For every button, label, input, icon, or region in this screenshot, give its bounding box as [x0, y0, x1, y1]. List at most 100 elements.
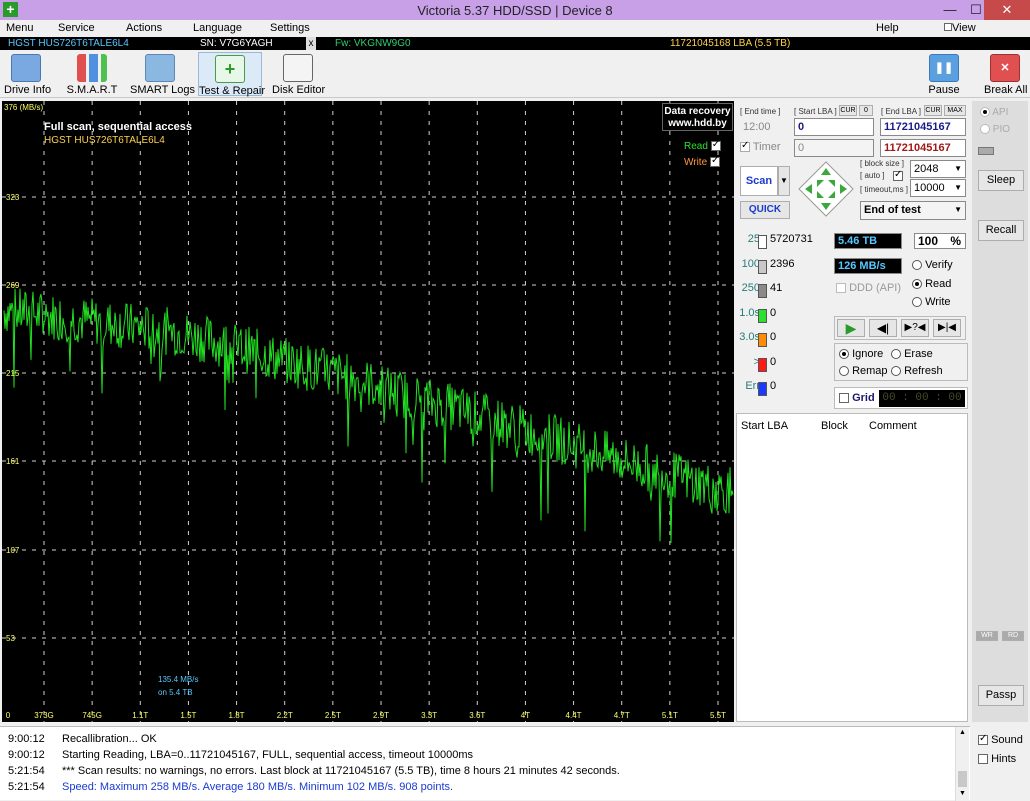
column-comment[interactable]: Comment	[869, 420, 917, 432]
pio-option[interactable]: PIO	[980, 124, 1010, 135]
start-lba-cur-button[interactable]: CUR	[839, 105, 857, 116]
write-option[interactable]: Write	[912, 296, 951, 308]
read-radio[interactable]	[912, 279, 922, 290]
timer-label: Timer	[752, 141, 781, 153]
smart-logs-button[interactable]: SMART Logs	[130, 52, 195, 96]
api-radio[interactable]	[980, 107, 990, 118]
play-button[interactable]: ▶	[837, 319, 865, 337]
close-device-button[interactable]: x	[306, 37, 316, 50]
scroll-up-icon[interactable]: ▲	[959, 729, 966, 736]
hints-option[interactable]: Hints	[978, 753, 1016, 765]
scan-button[interactable]: Scan	[740, 166, 778, 196]
menu-item-settings[interactable]: Settings	[270, 20, 310, 37]
block-size-select[interactable]: 2048 ▼	[910, 160, 966, 178]
read-option[interactable]: Read	[912, 278, 951, 290]
grid-option[interactable]: Grid	[839, 392, 875, 404]
x-tick-label: 5.5T	[709, 711, 727, 720]
graph-subtitle: HGST HUS726T6TALE6L4	[44, 135, 165, 146]
ignore-radio[interactable]	[839, 349, 849, 360]
skip-end-button[interactable]: ▶|◀	[933, 319, 961, 337]
refresh-radio[interactable]	[891, 366, 901, 377]
latency-label: Err	[745, 380, 760, 392]
quick-button[interactable]: QUICK	[740, 201, 790, 219]
view-buffer-live[interactable]: View Buffer Live	[944, 20, 981, 68]
latency-swatch[interactable]	[758, 259, 767, 274]
pause-button[interactable]: ❚❚ Pause	[926, 52, 962, 96]
erase-option[interactable]: Erase	[891, 348, 933, 360]
scroll-down-icon[interactable]: ▼	[959, 790, 966, 797]
start-lba-input[interactable]: 0	[794, 118, 874, 136]
skip-unknown-button[interactable]: ▶?◀	[901, 319, 929, 337]
end-lba-cur-button[interactable]: CUR	[924, 105, 942, 116]
ignore-label: Ignore	[852, 348, 884, 360]
menu-item-help[interactable]: Help	[876, 20, 899, 37]
drive-info-button[interactable]: Drive Info	[4, 52, 51, 96]
verify-option[interactable]: Verify	[912, 259, 953, 271]
read-legend-checkbox[interactable]	[710, 139, 721, 152]
timer-input[interactable]: 0	[794, 139, 874, 157]
rewind-button[interactable]: ◀|	[869, 319, 897, 337]
hdd-by-watermark[interactable]: Data recovery www.hdd.by	[662, 103, 733, 131]
write-legend[interactable]: Write	[684, 155, 720, 168]
view-buffer-checkbox[interactable]	[944, 23, 952, 32]
end-time-field[interactable]: 12:00	[740, 119, 774, 137]
grid-checkbox[interactable]	[839, 393, 849, 404]
menu-item-menu[interactable]: Menu	[6, 20, 34, 37]
menu-item-language[interactable]: Language	[193, 20, 242, 37]
break-all-icon: ✕	[990, 54, 1020, 82]
smart-button[interactable]: S.M.A.R.T	[66, 52, 118, 96]
recall-button[interactable]: Recall	[978, 220, 1024, 241]
read-legend[interactable]: Read	[684, 139, 721, 152]
ddd-checkbox[interactable]	[836, 283, 846, 294]
column-start-lba[interactable]: Start LBA	[741, 420, 788, 432]
menu-item-actions[interactable]: Actions	[126, 20, 162, 37]
menu-item-service[interactable]: Service	[58, 20, 95, 37]
direction-pad[interactable]	[798, 161, 854, 217]
close-window-button[interactable]: ✕	[984, 0, 1030, 20]
latency-swatch[interactable]	[758, 357, 767, 372]
remap-option[interactable]: Remap	[839, 365, 888, 377]
sound-option[interactable]: Sound	[978, 733, 1023, 746]
refresh-option[interactable]: Refresh	[891, 365, 943, 377]
write-legend-checkbox[interactable]	[709, 155, 720, 168]
ddd-option[interactable]: DDD (API)	[836, 282, 901, 294]
api-option[interactable]: API	[980, 107, 1008, 118]
start-lba-zero-button[interactable]: 0	[859, 105, 873, 116]
speed-graph-svg	[2, 101, 734, 722]
defect-table: Start LBA Block Comment	[736, 413, 968, 722]
scan-dropdown-button[interactable]: ▼	[778, 166, 790, 196]
ignore-option[interactable]: Ignore	[839, 348, 883, 360]
column-block[interactable]: Block	[821, 420, 848, 432]
sleep-button[interactable]: Sleep	[978, 170, 1024, 191]
test-repair-button[interactable]: + Test & Repair	[198, 52, 265, 97]
latency-swatch[interactable]	[758, 308, 767, 323]
break-all-button[interactable]: ✕ Break All	[984, 52, 1027, 96]
minimize-button[interactable]: —	[937, 0, 963, 20]
verify-radio[interactable]	[912, 260, 922, 271]
end-lba-display: 11721045167	[880, 139, 966, 157]
latency-swatch[interactable]	[758, 235, 767, 249]
remap-radio[interactable]	[839, 366, 849, 377]
hints-checkbox[interactable]	[978, 754, 988, 765]
end-lba-input[interactable]: 11721045167	[880, 118, 966, 136]
wr-button[interactable]: WR	[976, 631, 998, 641]
rd-button[interactable]: RD	[1002, 631, 1024, 641]
timer-option[interactable]: Timer	[740, 140, 781, 153]
auto-checkbox[interactable]	[893, 169, 903, 182]
latency-swatch[interactable]	[758, 333, 767, 347]
timer-checkbox[interactable]	[740, 140, 750, 153]
pio-radio[interactable]	[980, 124, 990, 135]
refresh-label: Refresh	[904, 365, 943, 377]
end-of-test-select[interactable]: End of test ▼	[860, 201, 966, 220]
latency-swatch[interactable]	[758, 284, 767, 298]
end-lba-max-button[interactable]: MAX	[944, 105, 966, 116]
erase-radio[interactable]	[891, 349, 901, 360]
latency-swatch[interactable]	[758, 382, 767, 396]
scroll-thumb[interactable]	[958, 771, 967, 787]
disk-editor-button[interactable]: Disk Editor	[272, 52, 325, 96]
write-radio[interactable]	[912, 297, 922, 308]
log-scrollbar[interactable]: ▲ ▼	[955, 727, 969, 801]
passp-button[interactable]: Passp	[978, 685, 1024, 706]
timeout-select[interactable]: 10000 ▼	[910, 179, 966, 197]
sound-checkbox[interactable]	[978, 733, 988, 746]
